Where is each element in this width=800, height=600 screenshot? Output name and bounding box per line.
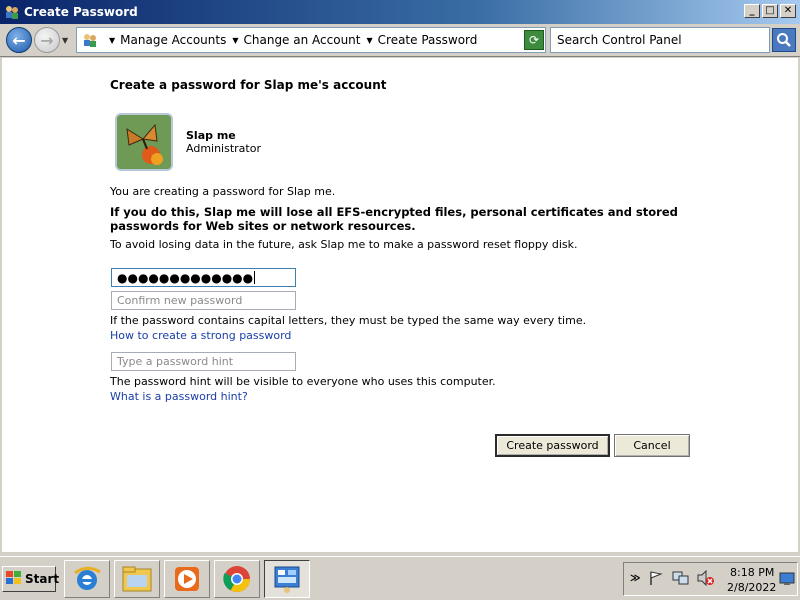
title-bar: Create Password _ □ ✕ (0, 0, 800, 24)
cancel-button[interactable]: Cancel (614, 434, 690, 457)
minimize-button[interactable]: _ (744, 4, 760, 18)
media-player-icon[interactable] (164, 560, 210, 598)
confirm-password-field[interactable]: Confirm new password (111, 291, 296, 310)
search-input[interactable]: Search Control Panel (550, 27, 770, 53)
user-name: Slap me (186, 129, 236, 142)
breadcrumb-change-account[interactable]: ▼ Change an Account (226, 33, 360, 47)
taskbar: Start ≫ 8:18 PM 2/8/2022 (0, 556, 800, 600)
chevron-down-icon: ▼ (232, 35, 239, 45)
close-button[interactable]: ✕ (780, 4, 796, 18)
advice-text: To avoid losing data in the future, ask … (110, 238, 578, 251)
action-center-flag-icon[interactable] (648, 570, 664, 589)
warning-text: If you do this, Slap me will lose all EF… (110, 205, 678, 233)
file-explorer-icon[interactable] (114, 560, 160, 598)
clock-time[interactable]: 8:18 PM (730, 566, 774, 579)
users-icon (4, 4, 20, 20)
chevron-down-icon: ▼ (366, 35, 373, 45)
tray-expand-icon[interactable]: ≫ (630, 573, 640, 584)
refresh-icon[interactable]: ⟳ (524, 30, 544, 50)
strong-password-link[interactable]: How to create a strong password (110, 329, 291, 342)
hint-visibility-text: The password hint will be visible to eve… (110, 375, 496, 388)
password-hint-link[interactable]: What is a password hint? (110, 390, 248, 403)
volume-muted-icon[interactable] (697, 569, 715, 589)
new-password-field[interactable]: ●●●●●●●●●●●●● (111, 268, 296, 287)
history-dropdown-icon[interactable]: ▼ (62, 36, 72, 45)
maximize-button[interactable]: □ (762, 4, 778, 18)
address-field[interactable]: ▼ Manage Accounts ▼ Change an Account ▼ Cre… (76, 27, 546, 53)
chrome-icon[interactable] (214, 560, 260, 598)
breadcrumb-create-password[interactable]: ▼ Create Password (360, 33, 477, 47)
navigation-bar: ← → ▼ ▼ Manage Accounts ▼ Change an Accoun… (0, 24, 800, 57)
info-text: You are creating a password for Slap me. (110, 185, 336, 198)
breadcrumb-manage-accounts[interactable]: ▼ Manage Accounts (103, 33, 226, 47)
start-button[interactable]: Start (2, 566, 60, 592)
search-icon[interactable] (772, 28, 796, 52)
windows-logo-icon (6, 570, 22, 588)
start-label: Start (25, 572, 60, 586)
forward-button[interactable]: → (34, 27, 60, 53)
network-icon[interactable] (672, 570, 690, 589)
chevron-down-icon: ▼ (109, 35, 116, 45)
window-title: Create Password (24, 5, 138, 19)
main-content: Create a password for Slap me's account … (2, 58, 798, 552)
password-hint-field[interactable]: Type a password hint (111, 352, 296, 371)
user-role: Administrator (186, 142, 261, 155)
avatar (115, 113, 173, 171)
internet-explorer-icon[interactable] (64, 560, 110, 598)
show-desktop-icon[interactable] (779, 572, 795, 589)
create-password-button[interactable]: Create password (495, 434, 610, 457)
page-title: Create a password for Slap me's account (110, 78, 387, 92)
control-panel-taskbar-icon[interactable] (264, 560, 310, 598)
control-panel-icon (81, 32, 99, 48)
case-sensitivity-text: If the password contains capital letters… (110, 314, 587, 327)
back-button[interactable]: ← (6, 27, 32, 53)
clock-date[interactable]: 2/8/2022 (727, 581, 776, 594)
